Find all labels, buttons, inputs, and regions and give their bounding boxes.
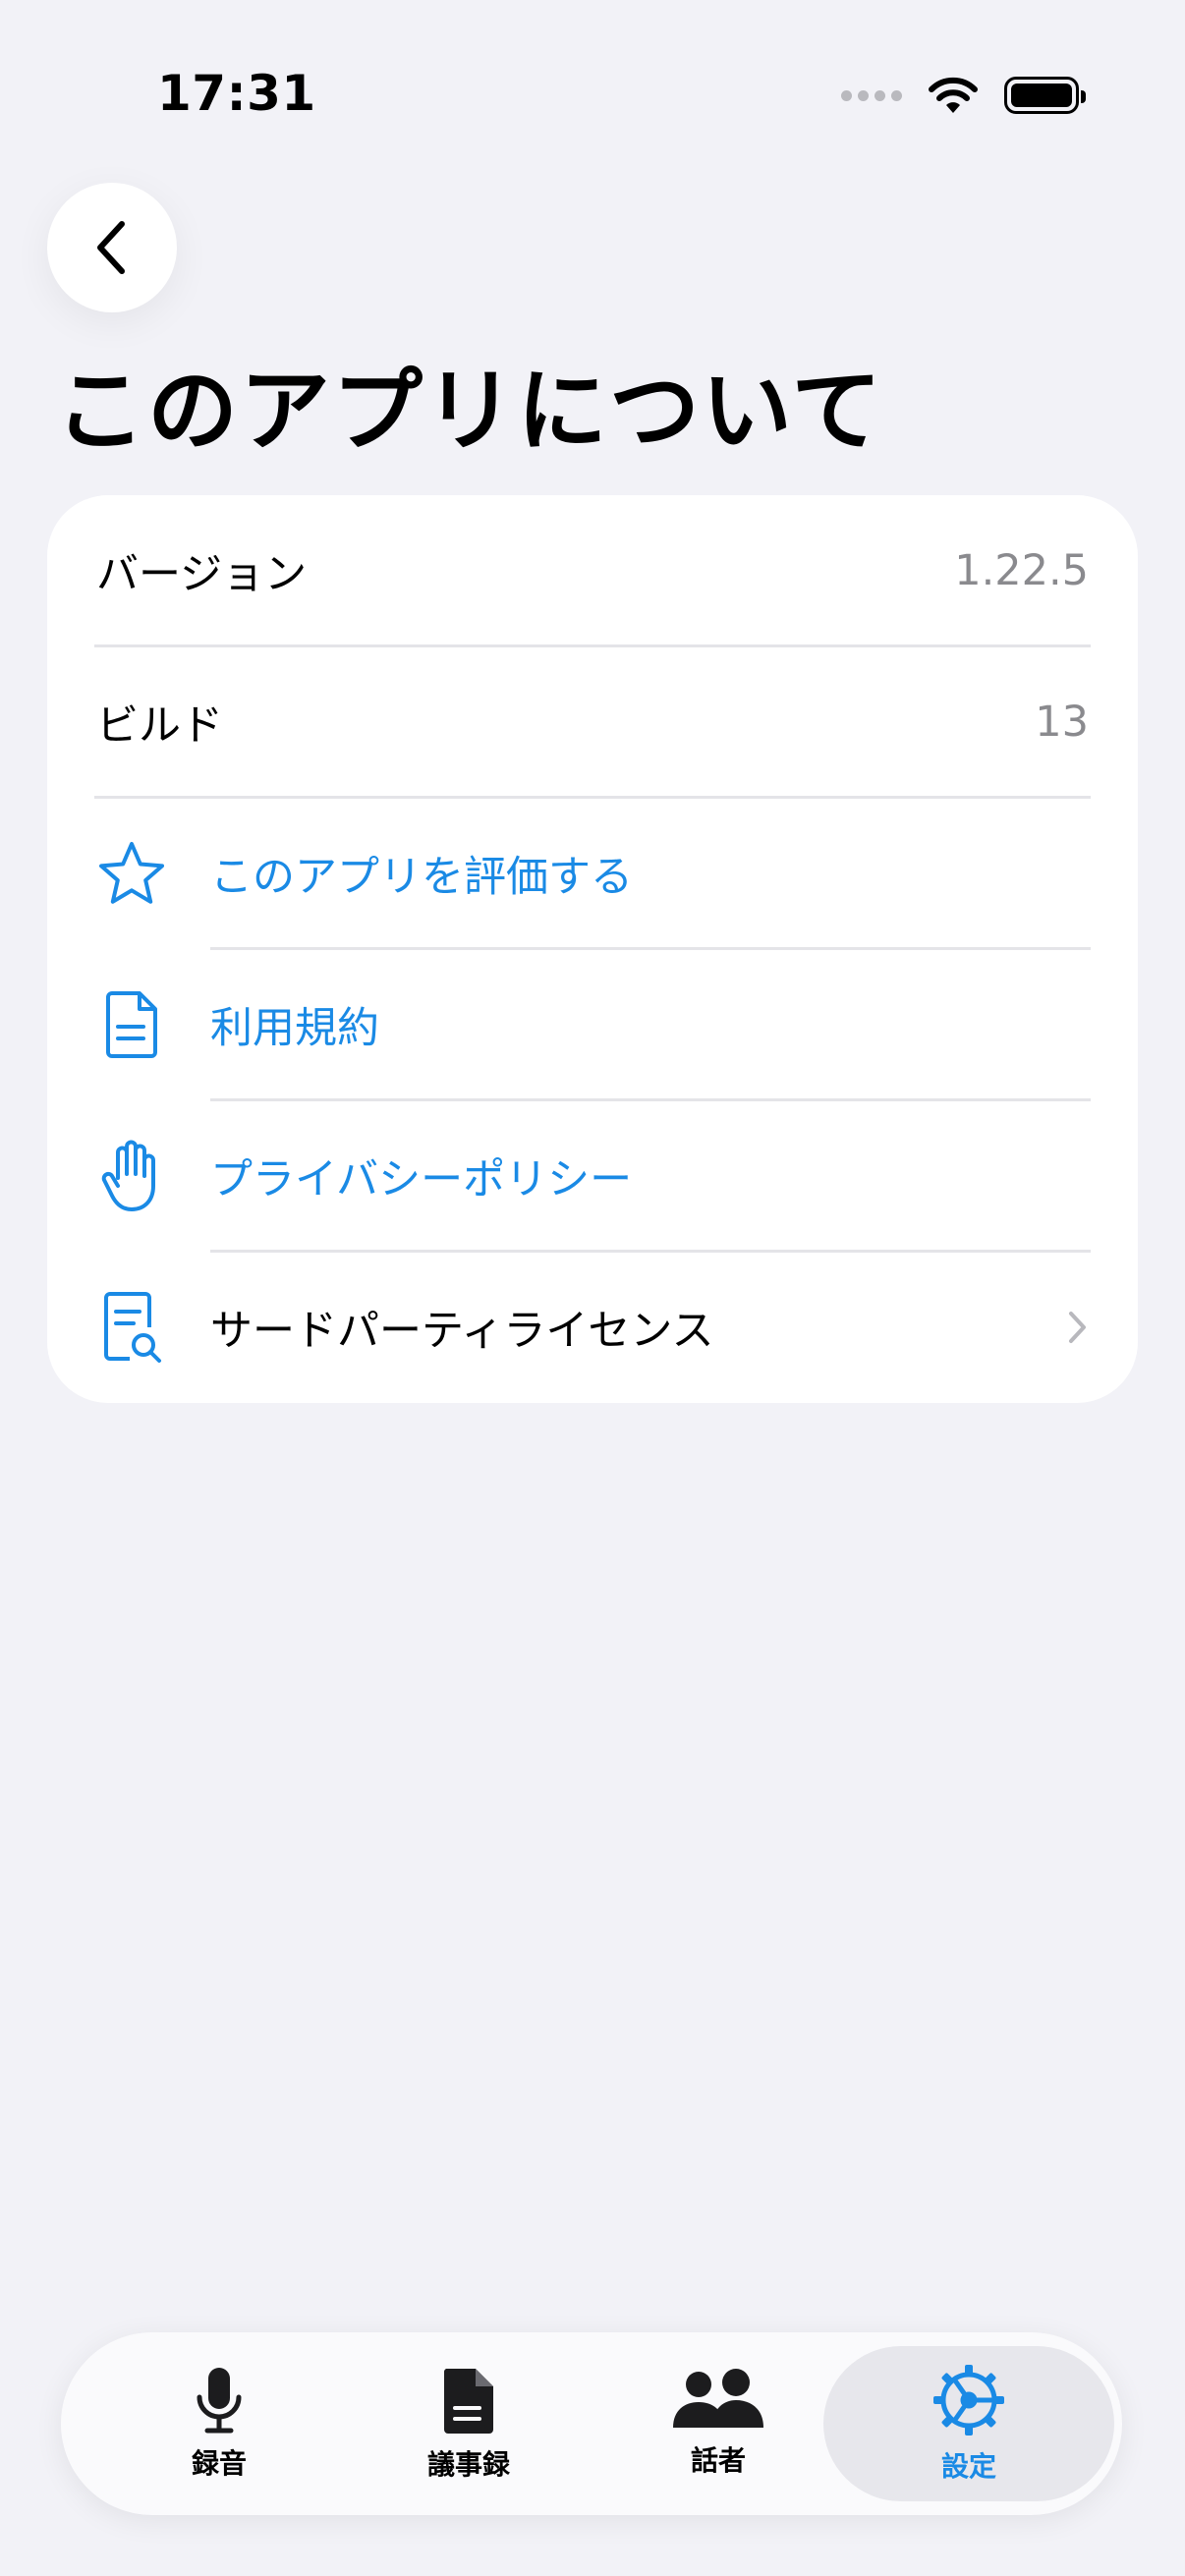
wifi-icon: [929, 77, 978, 113]
tab-label: 設定: [940, 2450, 996, 2483]
gear-icon: [933, 2365, 1004, 2436]
about-screen: 17:31 このアプリについて バージョン 1.22.5 ビルド 13 このアプ…: [0, 0, 1185, 2576]
back-button[interactable]: [47, 183, 177, 312]
hand-raised-icon: [92, 1137, 171, 1215]
version-label: バージョン: [96, 550, 308, 599]
tab-label: 話者: [690, 2444, 746, 2477]
terms-label: 利用規約: [210, 1004, 379, 1053]
cellular-signal-icon: [841, 89, 902, 101]
people-icon: [673, 2369, 763, 2428]
build-row: ビルド 13: [47, 646, 1138, 798]
status-indicators: [841, 71, 1086, 120]
version-row: バージョン 1.22.5: [47, 495, 1138, 646]
tab-settings[interactable]: 設定: [823, 2346, 1114, 2501]
status-time: 17:31: [157, 65, 316, 122]
build-label: ビルド: [96, 701, 223, 751]
chevron-left-icon: [97, 221, 125, 274]
document-text-icon: [92, 985, 171, 1064]
licenses-row[interactable]: サードパーティライセンス: [47, 1252, 1138, 1403]
rate-app-row[interactable]: このアプリを評価する: [47, 798, 1138, 949]
tab-recording[interactable]: 録音: [96, 2332, 342, 2515]
rate-app-label: このアプリを評価する: [210, 853, 633, 902]
build-value: 13: [1035, 698, 1089, 747]
tab-minutes[interactable]: 議事録: [346, 2332, 592, 2515]
tab-label: 録音: [191, 2447, 247, 2480]
chevron-right-icon: [1069, 1312, 1086, 1343]
tab-label: 議事録: [426, 2448, 510, 2481]
tab-speakers[interactable]: 話者: [595, 2332, 841, 2515]
document-search-icon: [92, 1288, 171, 1367]
licenses-label: サードパーティライセンス: [210, 1307, 714, 1356]
star-icon: [92, 834, 171, 913]
version-value: 1.22.5: [954, 546, 1089, 595]
terms-row[interactable]: 利用規約: [47, 949, 1138, 1100]
battery-icon: [1004, 77, 1086, 114]
document-icon: [443, 2369, 493, 2434]
page-title: このアプリについて: [55, 359, 884, 464]
privacy-row[interactable]: プライバシーポリシー: [47, 1100, 1138, 1252]
about-card: バージョン 1.22.5 ビルド 13 このアプリを評価する 利用規約 プライバ…: [47, 495, 1138, 1403]
microphone-icon: [197, 2368, 242, 2434]
privacy-label: プライバシーポリシー: [210, 1155, 633, 1204]
tab-bar: 録音 議事録 話者 設定: [61, 2332, 1122, 2515]
